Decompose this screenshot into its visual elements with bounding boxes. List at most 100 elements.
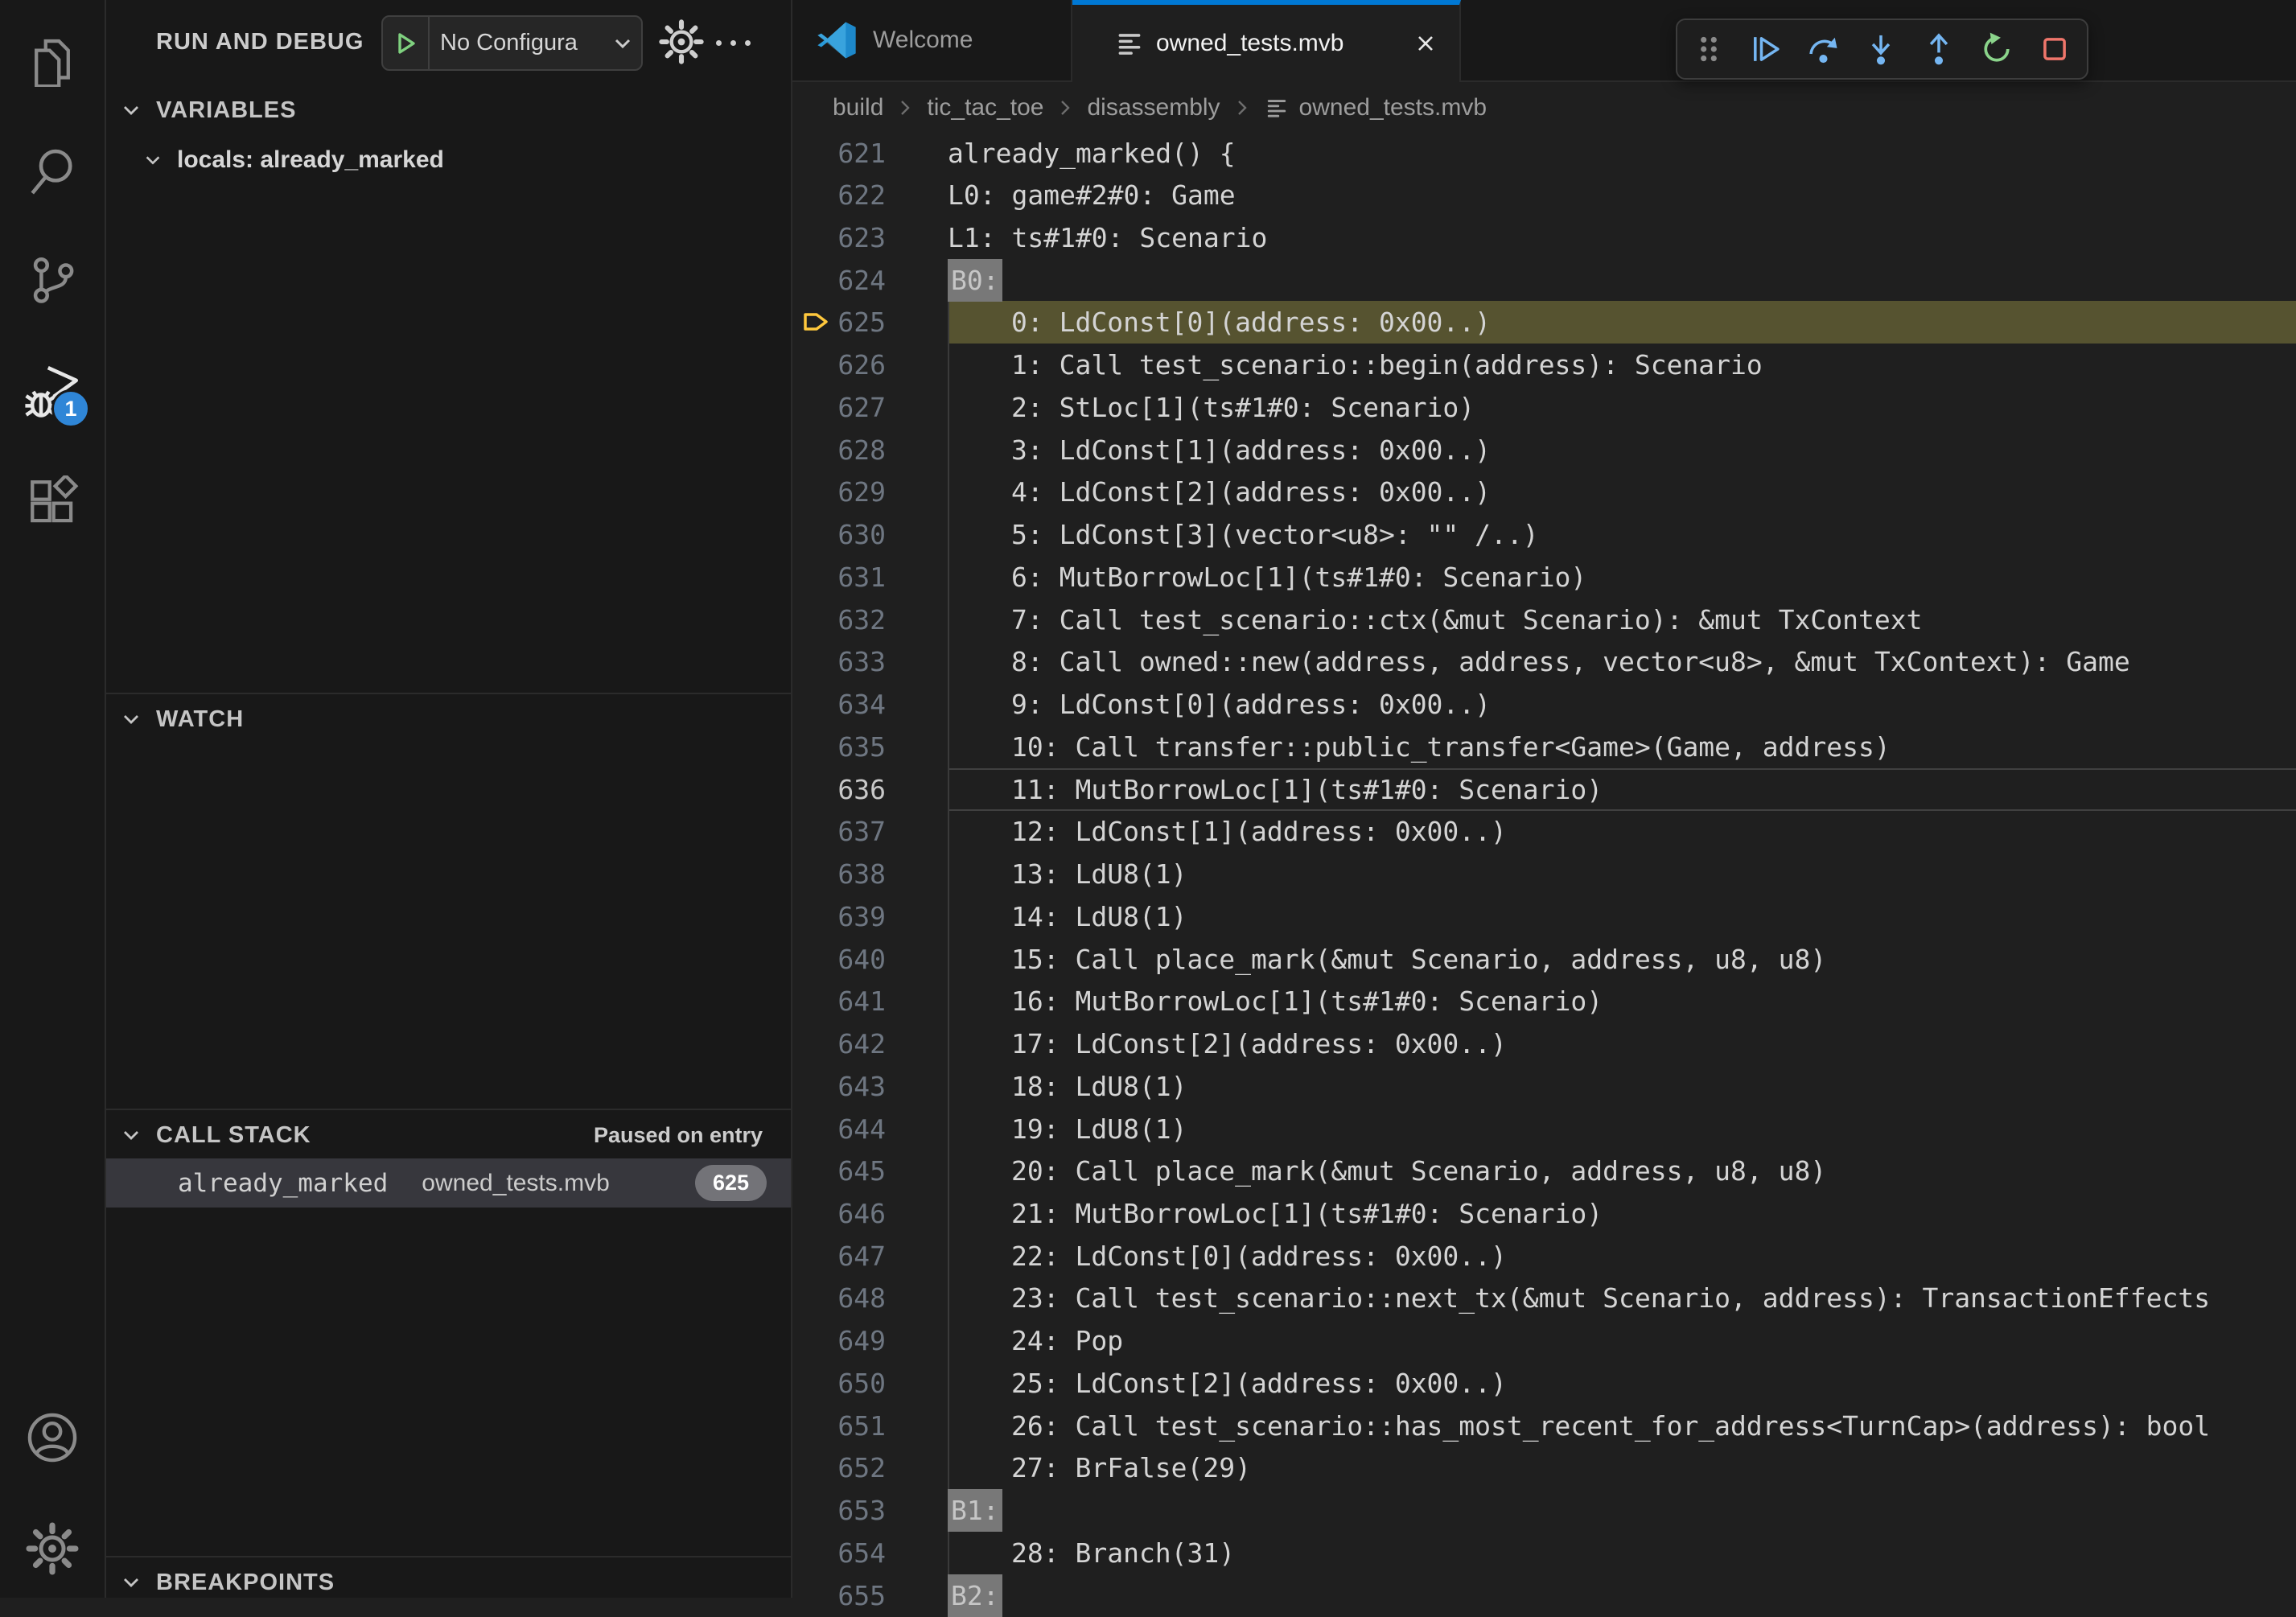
code-line-640[interactable]: 64015: Call place_mark(&mut Scenario, ad… — [792, 938, 2296, 981]
code-text: already_marked() { — [948, 132, 1236, 175]
block-label-text: B0: — [948, 259, 1002, 302]
call-stack-frame-row[interactable]: already_marked owned_tests.mvb 625 — [106, 1158, 791, 1208]
execution-pointer-icon — [800, 307, 831, 337]
line-number: 627 — [792, 386, 886, 429]
debug-toolbar — [1676, 19, 2088, 80]
line-number: 639 — [792, 895, 886, 938]
code-line-635[interactable]: 63510: Call transfer::public_transfer<Ga… — [792, 726, 2296, 768]
step-into-icon[interactable] — [1863, 31, 1899, 67]
code-line-625[interactable]: 6250: LdConst[0](address: 0x00..) — [792, 301, 2296, 344]
breakpoints-section-header[interactable]: BREAKPOINTS — [106, 1556, 791, 1607]
activity-search-button[interactable] — [0, 125, 105, 216]
code-line-633[interactable]: 6338: Call owned::new(address, address, … — [792, 640, 2296, 683]
chevron-right-icon — [1232, 97, 1253, 118]
activity-settings-button[interactable] — [0, 1504, 105, 1594]
code-line-649[interactable]: 64924: Pop — [792, 1319, 2296, 1362]
code-line-636[interactable]: 63611: MutBorrowLoc[1](ts#1#0: Scenario) — [792, 768, 2296, 811]
line-number: 632 — [792, 599, 886, 641]
code-text: 26: Call test_scenario::has_most_recent_… — [1011, 1405, 2210, 1447]
code-text: 12: LdConst[1](address: 0x00..) — [1011, 810, 1507, 853]
breadcrumb-item-file[interactable]: owned_tests.mvb — [1299, 94, 1487, 121]
code-text: L0: game#2#0: Game — [948, 174, 1236, 216]
step-out-icon[interactable] — [1921, 31, 1957, 67]
debug-settings-gear-icon[interactable] — [658, 19, 705, 65]
code-text: 4: LdConst[2](address: 0x00..) — [1011, 471, 1491, 513]
line-number: 624 — [792, 259, 886, 302]
chevron-down-icon — [120, 708, 142, 730]
line-number: 646 — [792, 1192, 886, 1235]
code-line-621[interactable]: 621already_marked() { — [792, 132, 2296, 175]
tab-label: Welcome — [873, 27, 973, 54]
line-number: 638 — [792, 853, 886, 895]
code-line-622[interactable]: 622L0: game#2#0: Game — [792, 174, 2296, 216]
activity-explorer-button[interactable] — [0, 15, 105, 105]
code-text: 18: LdU8(1) — [1011, 1065, 1187, 1108]
code-text: 24: Pop — [1011, 1319, 1123, 1362]
line-number: 626 — [792, 344, 886, 386]
sidebar-toolbar: RUN AND DEBUG No Configura — [106, 0, 791, 84]
code-line-647[interactable]: 64722: LdConst[0](address: 0x00..) — [792, 1235, 2296, 1278]
line-number: 652 — [792, 1446, 886, 1489]
breadcrumb-item-build[interactable]: build — [833, 94, 883, 121]
code-line-646[interactable]: 64621: MutBorrowLoc[1](ts#1#0: Scenario) — [792, 1192, 2296, 1235]
activity-run-debug-button[interactable] — [0, 346, 105, 436]
step-over-icon[interactable] — [1806, 31, 1841, 67]
settings-gear-icon — [26, 1522, 79, 1575]
code-line-641[interactable]: 64116: MutBorrowLoc[1](ts#1#0: Scenario) — [792, 980, 2296, 1022]
stop-icon[interactable] — [2037, 31, 2072, 67]
variables-scope-locals[interactable]: locals: already_marked — [106, 135, 791, 185]
code-line-634[interactable]: 6349: LdConst[0](address: 0x00..) — [792, 683, 2296, 726]
code-text: 14: LdU8(1) — [1011, 895, 1187, 938]
debug-start-icon[interactable] — [393, 31, 418, 56]
tab-welcome[interactable]: Welcome — [792, 0, 1072, 80]
code-line-648[interactable]: 64823: Call test_scenario::next_tx(&mut … — [792, 1277, 2296, 1319]
breadcrumb-item-tic-tac-toe[interactable]: tic_tac_toe — [927, 94, 1043, 121]
activity-account-button[interactable] — [0, 1393, 105, 1483]
code-line-637[interactable]: 63712: LdConst[1](address: 0x00..) — [792, 810, 2296, 853]
code-text: 7: Call test_scenario::ctx(&mut Scenario… — [1011, 599, 1922, 641]
code-line-645[interactable]: 64520: Call place_mark(&mut Scenario, ad… — [792, 1150, 2296, 1192]
code-line-650[interactable]: 65025: LdConst[2](address: 0x00..) — [792, 1362, 2296, 1405]
code-line-632[interactable]: 632 7: Call test_scenario::ctx(&mut Scena… — [792, 599, 2296, 641]
code-text: 23: Call test_scenario::next_tx(&mut Sce… — [1011, 1277, 2210, 1319]
code-line-638[interactable]: 63813: LdU8(1) — [792, 853, 2296, 895]
call-stack-section-header[interactable]: CALL STACK Paused on entry — [106, 1109, 791, 1160]
breadcrumb-item-disassembly[interactable]: disassembly — [1087, 94, 1220, 121]
code-line-629[interactable]: 6294: LdConst[2](address: 0x00..) — [792, 471, 2296, 513]
activity-source-control-button[interactable] — [0, 235, 105, 325]
code-line-652[interactable]: 65227: BrFalse(29) — [792, 1446, 2296, 1489]
code-line-639[interactable]: 639 14: LdU8(1) — [792, 895, 2296, 938]
code-line-653[interactable]: 653B1: — [792, 1489, 2296, 1532]
line-number: 647 — [792, 1235, 886, 1278]
variables-section-header[interactable]: VARIABLES — [106, 84, 791, 135]
watch-section-header[interactable]: WATCH — [106, 693, 791, 744]
code-line-642[interactable]: 64217: LdConst[2](address: 0x00..) — [792, 1022, 2296, 1065]
variables-section-label: VARIABLES — [156, 97, 296, 124]
more-actions-icon[interactable] — [716, 32, 751, 53]
code-line-643[interactable]: 64318: LdU8(1) — [792, 1065, 2296, 1108]
tab-owned-tests[interactable]: owned_tests.mvb — [1072, 0, 1461, 82]
code-line-627[interactable]: 6272: StLoc[1](ts#1#0: Scenario) — [792, 386, 2296, 429]
close-icon[interactable] — [1411, 29, 1440, 58]
tab-label: owned_tests.mvb — [1156, 30, 1343, 57]
code-line-628[interactable]: 6283: LdConst[1](address: 0x00..) — [792, 429, 2296, 471]
code-line-654[interactable]: 65428: Branch(31) — [792, 1532, 2296, 1574]
vscode-debug-window: { "activity_bar": { "items": [ {"name": … — [0, 0, 2296, 1598]
code-line-644[interactable]: 64419: LdU8(1) — [792, 1108, 2296, 1150]
launch-config-dropdown[interactable]: No Configura — [381, 15, 643, 71]
code-line-624[interactable]: 624 B0: — [792, 259, 2296, 302]
code-line-630[interactable]: 6305: LdConst[3](vector<u8>: "" /..) — [792, 513, 2296, 556]
code-line-631[interactable]: 6316: MutBorrowLoc[1](ts#1#0: Scenario) — [792, 556, 2296, 599]
restart-icon[interactable] — [1979, 31, 2014, 67]
toolbar-grip-icon[interactable] — [1692, 32, 1726, 66]
code-line-626[interactable]: 6261: Call test_scenario::begin(address)… — [792, 344, 2296, 386]
chevron-down-icon — [120, 99, 142, 121]
code-line-623[interactable]: 623L1: ts#1#0: Scenario — [792, 216, 2296, 259]
line-number: 630 — [792, 513, 886, 556]
code-line-655[interactable]: 655B2: — [792, 1574, 2296, 1617]
chevron-right-icon — [895, 97, 916, 118]
activity-extensions-button[interactable] — [0, 457, 105, 547]
code-text: 16: MutBorrowLoc[1](ts#1#0: Scenario) — [1011, 980, 1603, 1022]
code-line-651[interactable]: 65126: Call test_scenario::has_most_rece… — [792, 1405, 2296, 1447]
continue-icon[interactable] — [1748, 31, 1784, 67]
